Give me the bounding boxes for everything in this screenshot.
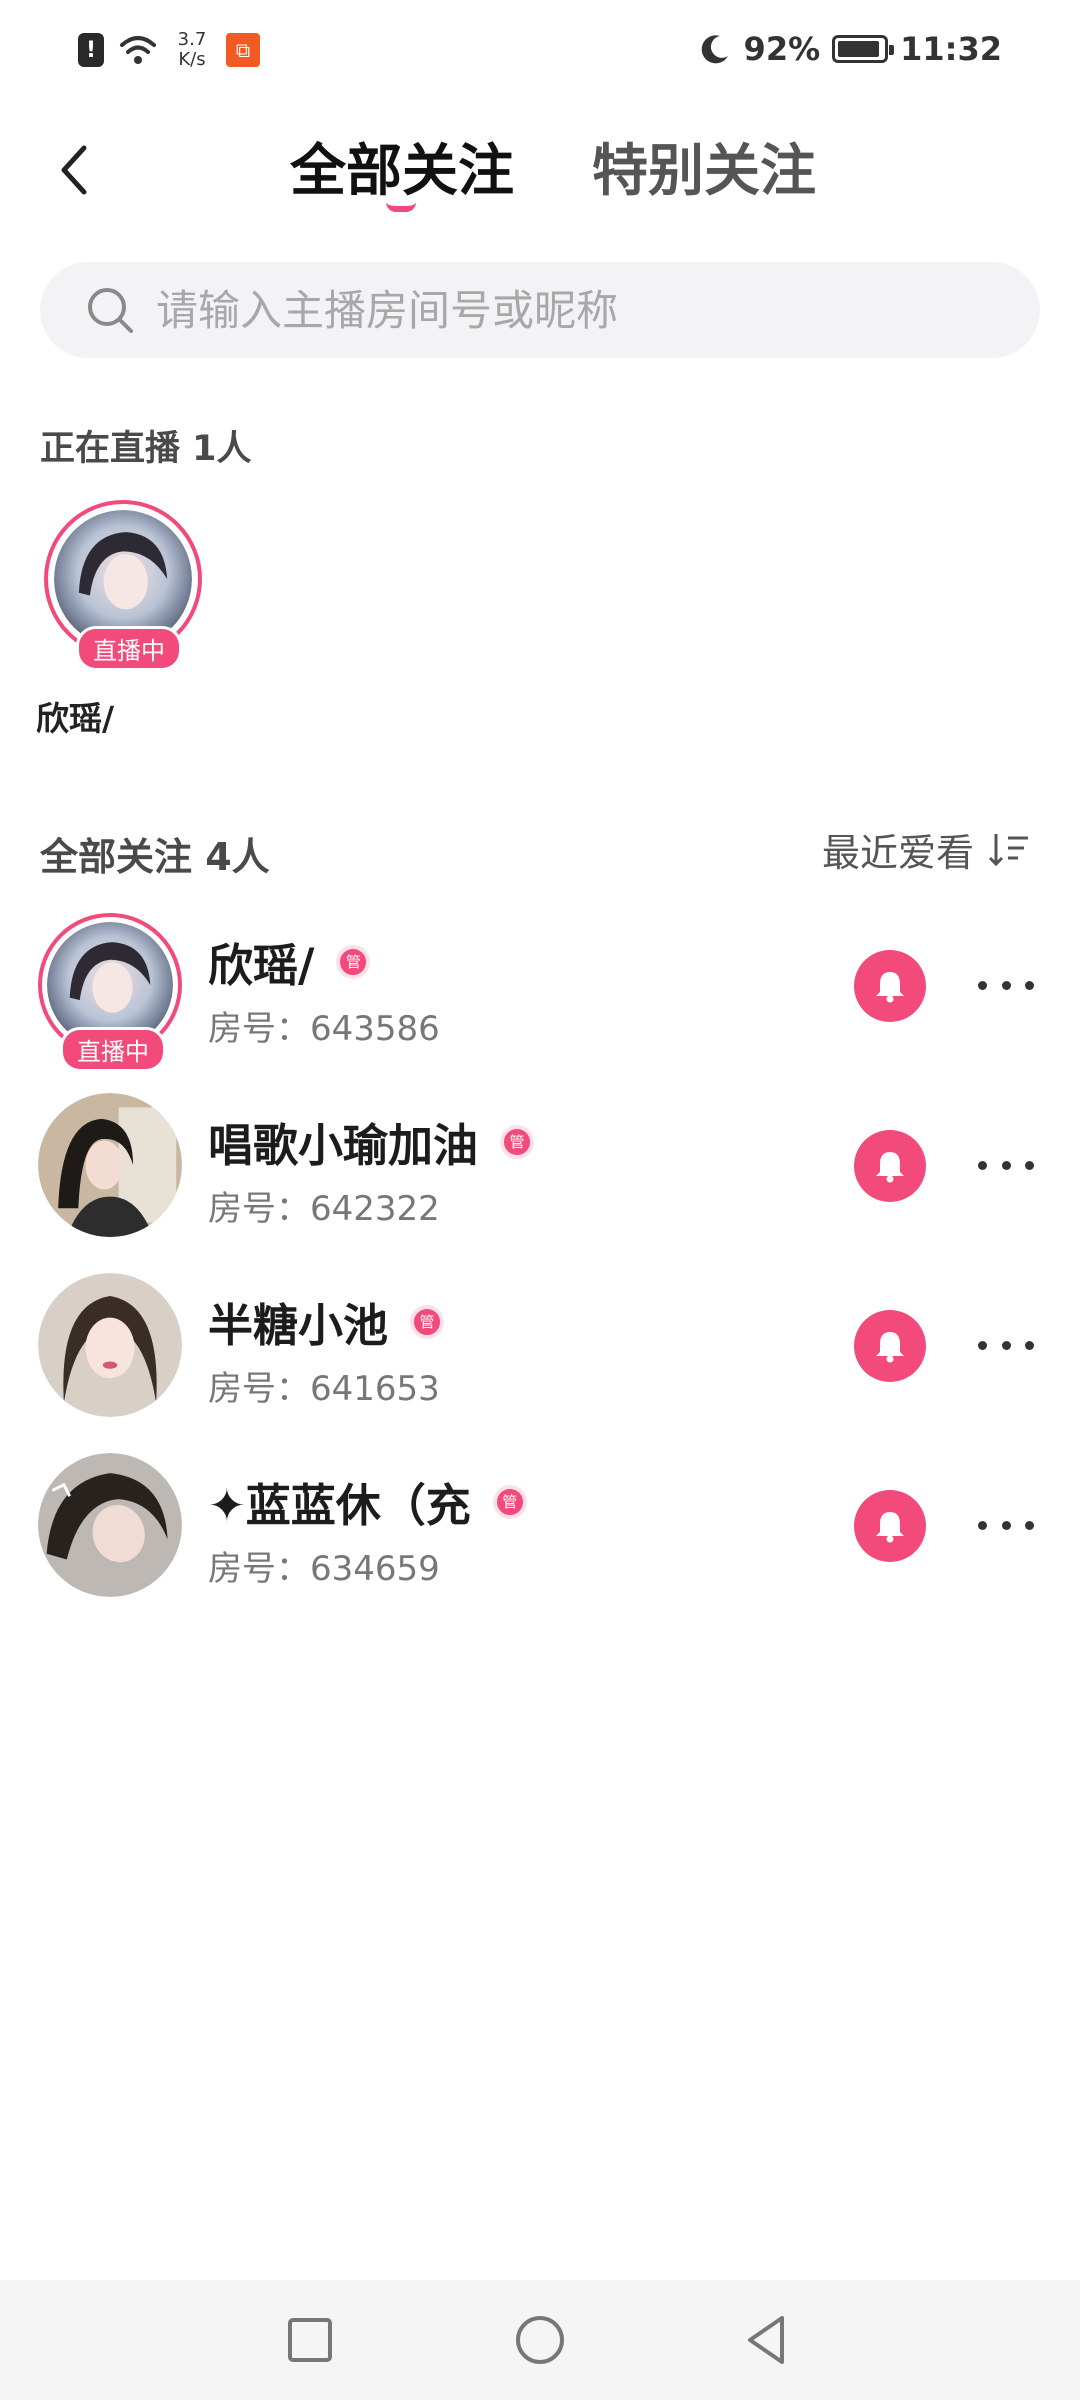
bell-icon — [876, 1152, 904, 1183]
clock: 11:32 — [900, 30, 1002, 68]
nav-back-button[interactable] — [738, 2310, 798, 2370]
more-dot — [978, 1520, 987, 1530]
network-speed: 3.7 K/s — [172, 30, 212, 70]
live-streamer-item[interactable]: 直播中 欣瑶/ — [36, 500, 236, 740]
notify-button[interactable] — [854, 1130, 926, 1202]
sort-button[interactable]: 最近爱看 — [822, 822, 1032, 877]
more-dot — [978, 1160, 987, 1170]
more-dot — [978, 980, 987, 990]
battery-fill — [838, 41, 879, 57]
follow-section-title: 全部关注 4人 — [40, 835, 270, 879]
follow-row[interactable]: 半糖小池 管 房号：641653 — [0, 1265, 1080, 1445]
recent-apps-button[interactable] — [280, 2310, 340, 2370]
sort-icon — [988, 833, 1028, 866]
more-button[interactable] — [978, 967, 1034, 1003]
streamer-name-text: 欣瑶/ — [208, 939, 315, 992]
more-button[interactable] — [978, 1327, 1034, 1363]
app-notification-icon: ⧉ — [226, 33, 260, 67]
streamer-name: 半糖小池 管 — [208, 1289, 445, 1354]
notify-button[interactable] — [854, 1490, 926, 1562]
admin-badge: 管 — [492, 1484, 527, 1519]
search-bar[interactable] — [40, 262, 1040, 358]
avatar — [38, 1273, 182, 1417]
admin-badge: 管 — [336, 944, 371, 979]
bell-icon — [876, 1512, 904, 1543]
more-dot — [1001, 1520, 1011, 1530]
wifi-icon — [120, 36, 156, 64]
streamer-name: 唱歌小瑜加油 管 — [208, 1109, 535, 1174]
more-dot — [1025, 980, 1034, 990]
battery-icon — [832, 35, 895, 63]
system-nav-bar — [0, 2280, 1080, 2400]
live-streamer-name: 欣瑶/ — [36, 699, 115, 738]
follow-row[interactable]: 唱歌小瑜加油 管 房号：642322 — [0, 1085, 1080, 1265]
follow-list: 直播中 欣瑶/ 管 房号：643586 唱歌小瑜加油 管 房号：642322 半… — [0, 905, 1080, 1625]
avatar — [38, 1453, 182, 1597]
live-badge: 直播中 — [60, 1027, 166, 1072]
search-icon — [88, 288, 133, 333]
admin-badge: 管 — [500, 1124, 535, 1159]
room-number: 房号：643586 — [208, 1009, 440, 1049]
streamer-name-text: ✦蓝蓝休（充 — [208, 1479, 471, 1532]
admin-badge: 管 — [410, 1304, 445, 1339]
notify-button[interactable] — [854, 950, 926, 1022]
follow-row[interactable]: ✦蓝蓝休（充 管 房号：634659 — [0, 1445, 1080, 1625]
network-speed-value: 3.7 — [177, 29, 207, 50]
live-section-title: 正在直播 1人 — [40, 429, 252, 469]
more-dot — [978, 1340, 987, 1350]
live-badge: 直播中 — [76, 626, 182, 671]
bell-icon — [876, 1332, 904, 1363]
avatar — [38, 1093, 182, 1237]
room-number: 房号：642322 — [208, 1189, 440, 1229]
tab-all-follows[interactable]: 全部关注 — [290, 132, 514, 212]
bell-icon — [876, 972, 904, 1003]
streamer-name-text: 半糖小池 — [208, 1299, 389, 1352]
header: 全部关注 特别关注 — [0, 110, 1080, 230]
alert-icon: ! — [78, 33, 104, 67]
streamer-name-text: 唱歌小瑜加油 — [208, 1119, 479, 1172]
back-button[interactable] — [50, 140, 100, 200]
more-dot — [1001, 1340, 1011, 1350]
status-bar: ! 3.7 K/s ⧉ 92% 11:32 — [0, 0, 1080, 110]
room-number: 房号：641653 — [208, 1369, 440, 1409]
status-right: 92% 11:32 — [698, 30, 1002, 68]
room-number: 房号：634659 — [208, 1549, 440, 1589]
tab-special-follows[interactable]: 特别关注 — [592, 132, 816, 212]
streamer-name: ✦蓝蓝休（充 管 — [208, 1469, 527, 1534]
streamer-name: 欣瑶/ 管 — [208, 929, 371, 994]
more-button[interactable] — [978, 1147, 1034, 1183]
notify-button[interactable] — [854, 1310, 926, 1382]
more-dot — [1001, 1160, 1011, 1170]
sort-label: 最近爱看 — [821, 831, 974, 875]
network-speed-unit: K/s — [178, 49, 206, 70]
status-left: ! 3.7 K/s ⧉ — [78, 30, 260, 70]
home-button[interactable] — [510, 2310, 570, 2370]
more-dot — [1025, 1520, 1034, 1530]
follow-row[interactable]: 直播中 欣瑶/ 管 房号：643586 — [0, 905, 1080, 1085]
more-dot — [1001, 980, 1011, 990]
more-button[interactable] — [978, 1507, 1034, 1543]
search-input[interactable] — [156, 285, 976, 335]
moon-icon — [701, 35, 728, 64]
more-dot — [1025, 1340, 1034, 1350]
more-dot — [1025, 1160, 1034, 1170]
battery-percent: 92% — [743, 30, 821, 68]
